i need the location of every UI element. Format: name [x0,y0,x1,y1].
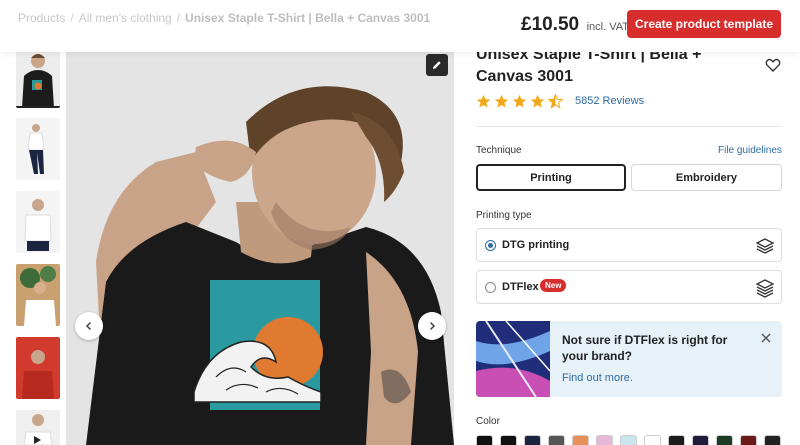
chevron-left-icon [85,321,92,331]
dtg-radio[interactable] [485,240,496,251]
half-star-icon [548,94,563,109]
chevron-right-icon [429,321,436,331]
star-icon [512,94,527,108]
pencil-icon [433,61,441,69]
printing-type-label: Printing type [476,210,532,221]
color-swatch[interactable] [692,435,709,445]
color-swatch[interactable] [572,435,589,445]
dtg-printing-option[interactable]: DTG printing [476,228,782,262]
color-swatch[interactable] [644,435,661,445]
thumbnail-4[interactable] [16,264,60,326]
next-image-button[interactable] [418,312,446,340]
rating-stars [476,94,563,109]
color-swatch[interactable] [740,435,757,445]
promo-text: Not sure if DTFlex is right for your bra… [562,333,728,363]
edit-design-button[interactable] [426,54,448,76]
layers-icon [755,238,775,254]
breadcrumb: Products / All men's clothing / Unisex Stapl… [18,11,431,25]
color-swatch[interactable] [716,435,733,445]
favorite-button[interactable] [765,57,781,78]
color-swatch[interactable] [596,435,613,445]
close-icon[interactable] [760,332,772,344]
color-swatch[interactable] [476,435,493,445]
dtg-label: DTG printing [502,239,570,251]
breadcrumb-products[interactable]: Products [18,11,65,25]
find-out-more-link[interactable]: Find out more. [562,372,633,384]
technique-printing-button[interactable]: Printing [476,164,626,191]
dtflex-radio[interactable] [485,282,496,293]
thumbnail-2[interactable] [16,118,60,180]
dtflex-label: DTFlex [502,281,539,293]
reviews-link[interactable]: 5852 Reviews [575,95,644,107]
color-swatch[interactable] [620,435,637,445]
dtflex-promo-banner: Not sure if DTFlex is right for your bra… [476,321,782,397]
color-swatch[interactable] [548,435,565,445]
star-icon [476,94,491,108]
main-product-image [66,52,454,445]
color-swatch[interactable] [668,435,685,445]
color-swatch[interactable] [500,435,517,445]
thumbnail-1[interactable] [16,46,60,108]
stacked-layers-icon [755,279,775,298]
technique-embroidery-button[interactable]: Embroidery [631,164,782,191]
thumbnail-6-video[interactable] [16,410,60,445]
thumbnail-5[interactable] [16,337,60,399]
color-swatch[interactable] [524,435,541,445]
file-guidelines-link[interactable]: File guidelines [718,145,782,156]
promo-image [476,321,550,397]
color-label: Color [476,416,500,427]
technique-label: Technique [476,145,522,156]
thumbnail-3[interactable] [16,191,60,253]
divider [476,126,782,127]
star-icon [494,94,509,108]
heart-icon [765,58,781,72]
breadcrumb-mens-clothing[interactable]: All men's clothing [79,11,172,25]
top-bar: Products / All men's clothing / Unisex Stapl… [0,0,800,52]
create-product-template-button[interactable]: Create product template [627,10,781,38]
price: £10.50 [521,14,580,35]
color-swatches [476,435,781,445]
vat-note: incl. VAT [586,21,629,33]
previous-image-button[interactable] [75,312,103,340]
star-icon [530,94,545,108]
price-display: £10.50 incl. VAT [521,14,629,36]
dtflex-option[interactable]: DTFlex New [476,270,782,304]
breadcrumb-current: Unisex Staple T-Shirt | Bella + Canvas 3… [185,11,431,25]
new-badge: New [540,279,567,292]
color-swatch[interactable] [764,435,781,445]
